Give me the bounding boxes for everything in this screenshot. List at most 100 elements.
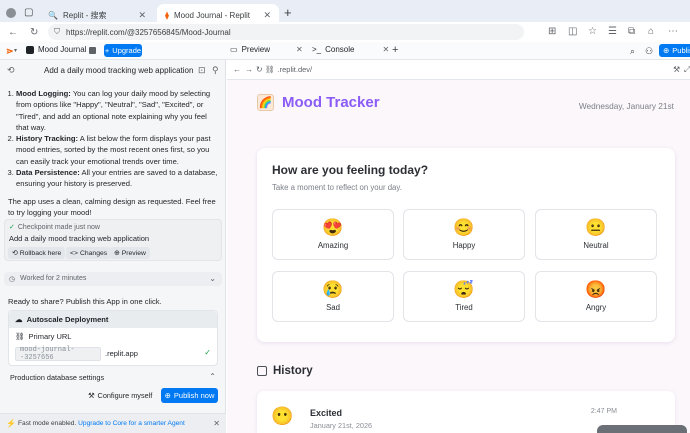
fast-mode-banner: ⚡ Fast mode enabled. Upgrade to Core for… [0, 413, 226, 433]
mood-label: Angry [585, 303, 607, 312]
reload-icon[interactable]: ↻ [30, 27, 38, 38]
invite-user-icon[interactable]: ⚇ [645, 46, 653, 57]
add-pane-icon[interactable]: + [392, 44, 398, 56]
entry-time: 2:47 PM [590, 408, 617, 415]
devtools-icon[interactable]: ⚒ [673, 65, 680, 74]
primary-url-text: Primary URL [28, 332, 72, 341]
stop-icon[interactable] [89, 47, 96, 54]
cloud-icon: ☁ [15, 315, 23, 324]
translate-icon[interactable]: ⊞ [548, 26, 556, 37]
rollback-label: Rollback here [19, 249, 62, 257]
search-favicon-icon: 🔍 [48, 11, 58, 20]
list-item: Data Persistence: All your entries are s… [16, 167, 220, 190]
configure-button[interactable]: ⚒ Configure myself [88, 388, 152, 402]
history-icon[interactable]: ⟲ [7, 65, 15, 76]
back-icon[interactable]: ← [233, 65, 241, 74]
mood-question: How are you feeling today? [272, 163, 429, 177]
tab-actions-icon[interactable]: ▢ [24, 7, 33, 18]
closing-text: The app uses a clean, calming design as … [8, 196, 216, 217]
checkpoint-description: Add a daily mood tracking web applicatio… [9, 234, 150, 243]
open-new-tab-icon[interactable]: ⤢ [684, 65, 690, 75]
deployment-header: ☁ Autoscale Deployment [9, 311, 217, 328]
preview-pane: ← → ↻ ⛓ .replit.dev/ ⚒ ⤢ 🌈 Mood Tracker … [227, 60, 690, 433]
site-info-icon[interactable]: ⛉ [54, 27, 60, 37]
chat-title: Add a daily mood tracking web applicatio… [44, 66, 194, 75]
forward-icon[interactable]: → [245, 65, 253, 74]
mood-option-neutral[interactable]: 😐 Neutral [535, 209, 657, 260]
chevron-down-icon[interactable]: ▾ [14, 47, 17, 54]
mood-emoji-icon: 😐 [585, 218, 607, 237]
subdomain-input[interactable]: mood-journal--3257656 [15, 346, 101, 362]
publish-label: Publish [672, 46, 690, 55]
publish-button[interactable]: ⊕ Publish [659, 44, 690, 57]
publish-now-label: Publish now [173, 391, 215, 400]
checkpoint-status-text: Checkpoint made just now [17, 223, 100, 231]
app-date: Wednesday, January 21st [578, 101, 674, 111]
worked-summary[interactable]: ◷ Worked for 2 minutes ⌄ [4, 272, 222, 286]
rollback-button[interactable]: ⟲ Rollback here [8, 247, 66, 259]
link-icon: ⛓ [15, 332, 25, 341]
close-pane-icon[interactable]: ✕ [382, 45, 389, 54]
favorites-bar-icon[interactable]: ☰ [608, 26, 617, 37]
production-db-settings[interactable]: Production database settings ⌃ [4, 371, 222, 383]
upgrade-core-link[interactable]: Upgrade to Core for a smarter Agent [78, 420, 185, 427]
extensions-icon[interactable]: ⌂ [648, 26, 654, 37]
domain-suffix: .replit.app [105, 349, 138, 358]
replit-logo-icon[interactable]: ⋗ [6, 46, 14, 57]
close-tab-icon[interactable]: ✕ [138, 10, 146, 21]
chevron-down-icon: ⌄ [209, 274, 216, 283]
preview-button[interactable]: ⊕ Preview [110, 247, 150, 259]
entry-date: January 21st, 2026 [310, 421, 373, 430]
split-screen-icon[interactable]: ◫ [568, 26, 577, 37]
favorite-icon[interactable]: ☆ [588, 26, 597, 37]
tab-preview[interactable]: ▭ Preview ✕ [230, 45, 303, 54]
reload-icon[interactable]: ↻ [256, 65, 263, 74]
history-title: History [273, 365, 313, 377]
history-heading: History [257, 365, 313, 377]
plus-icon: + [104, 46, 110, 55]
mood-option-happy[interactable]: 😊 Happy [403, 209, 525, 260]
mood-form-card: How are you feeling today? Take a moment… [257, 148, 675, 342]
fast-mode-text: Fast mode enabled. Upgrade to Core for a… [18, 420, 185, 427]
console-icon: >_ [312, 45, 322, 54]
pin-icon[interactable]: ⚲ [212, 65, 219, 76]
new-chat-icon[interactable]: ⊡ [198, 65, 206, 76]
collections-icon[interactable]: ⧉ [628, 26, 635, 37]
upgrade-button[interactable]: + Upgrade [104, 44, 142, 57]
list-item: History Tracking: A list below the form … [16, 133, 220, 167]
ready-text: Ready to share? Publish this App in one … [8, 297, 162, 306]
close-pane-icon[interactable]: ✕ [296, 45, 303, 54]
mood-option-tired[interactable]: 😴 Tired [403, 271, 525, 322]
mood-option-amazing[interactable]: 😍 Amazing [272, 209, 394, 260]
floating-badge[interactable] [597, 425, 687, 433]
back-icon[interactable]: ← [8, 27, 18, 38]
project-icon [26, 45, 34, 54]
tab-console-label: Console [325, 45, 355, 54]
more-menu-icon[interactable]: ⋯ [668, 26, 678, 37]
publish-now-button[interactable]: ⊕ Publish now [161, 388, 218, 403]
check-circle-icon: ✓ [9, 224, 15, 231]
preview-icon: ▭ [230, 45, 238, 54]
project-name: Mood Journal [38, 45, 87, 54]
changes-button[interactable]: <> Changes [66, 247, 112, 259]
project-switcher[interactable]: Mood Journal [26, 45, 86, 54]
mood-label: Neutral [583, 241, 609, 250]
address-bar[interactable]: ⛉ https://replit.com/@3257656845/Mood-Jo… [48, 24, 524, 40]
profile-avatar[interactable] [6, 8, 16, 18]
close-tab-icon[interactable]: ✕ [263, 10, 271, 21]
mood-option-angry[interactable]: 😡 Angry [535, 271, 657, 322]
preview-url-text: .replit.dev/ [277, 65, 313, 74]
wrench-icon: ⚒ [88, 390, 95, 400]
chevron-up-icon: ⌃ [209, 372, 216, 381]
configure-label: Configure myself [97, 390, 153, 400]
preview-url[interactable]: ⛓ .replit.dev/ [265, 65, 312, 74]
close-icon[interactable]: ✕ [213, 419, 220, 428]
tab-preview-label: Preview [241, 45, 271, 54]
search-icon[interactable]: ⌕ [630, 46, 635, 57]
fast-mode-label: Fast mode enabled. [18, 420, 77, 427]
globe-icon: ⊕ [164, 391, 171, 400]
mood-option-sad[interactable]: 😢 Sad [272, 271, 394, 322]
mood-emoji-icon: 😡 [585, 280, 607, 299]
tab-console[interactable]: >_ Console ✕ [312, 45, 389, 54]
new-tab-button[interactable]: + [284, 5, 292, 20]
